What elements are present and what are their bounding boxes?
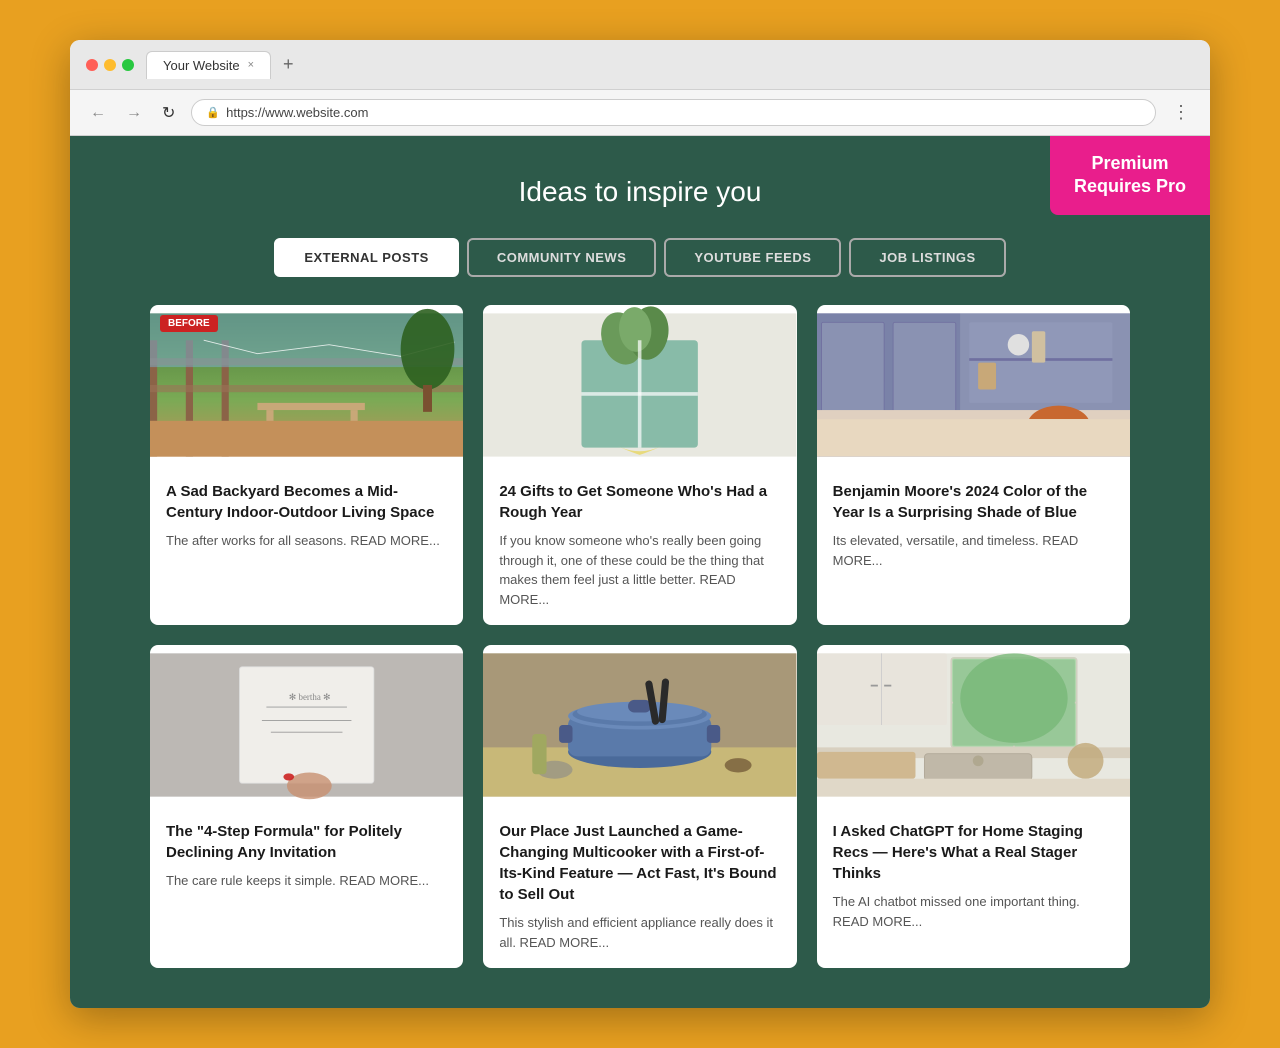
article-title: Benjamin Moore's 2024 Color of the Year … xyxy=(833,481,1114,523)
forward-button[interactable]: → xyxy=(122,100,146,126)
article-image: BEFORE xyxy=(150,305,463,465)
maximize-button[interactable] xyxy=(122,59,134,71)
new-tab-button[interactable]: + xyxy=(275,50,302,79)
article-body: 24 Gifts to Get Someone Who's Had a Roug… xyxy=(483,465,796,625)
before-badge: BEFORE xyxy=(160,315,218,332)
article-body: Benjamin Moore's 2024 Color of the Year … xyxy=(817,465,1130,586)
page-content: Premium Requires Pro Ideas to inspire yo… xyxy=(70,136,1210,1008)
refresh-button[interactable]: ↻ xyxy=(158,99,179,127)
url-text: https://www.website.com xyxy=(226,105,368,120)
tab-title: Your Website xyxy=(163,58,240,73)
article-excerpt: If you know someone who's really been go… xyxy=(499,531,780,609)
article-title: 24 Gifts to Get Someone Who's Had a Roug… xyxy=(499,481,780,523)
premium-line1: Premium xyxy=(1074,152,1186,175)
tab-job-listings[interactable]: JOB LISTINGS xyxy=(849,238,1005,277)
article-image xyxy=(483,645,796,805)
svg-text:✻ bertha ✻: ✻ bertha ✻ xyxy=(289,692,331,702)
article-image xyxy=(817,305,1130,465)
article-card[interactable]: BEFORE A Sad Backyard Becomes a Mid-Cent… xyxy=(150,305,463,625)
browser-menu-icon[interactable]: ⋮ xyxy=(1168,98,1194,127)
browser-titlebar: Your Website × + xyxy=(70,40,1210,90)
article-image: ✻ bertha ✻ xyxy=(150,645,463,805)
article-image xyxy=(483,305,796,465)
tab-bar: Your Website × + xyxy=(146,50,1194,79)
article-title: A Sad Backyard Becomes a Mid-Century Ind… xyxy=(166,481,447,523)
article-excerpt: The AI chatbot missed one important thin… xyxy=(833,892,1114,931)
close-button[interactable] xyxy=(86,59,98,71)
article-card[interactable]: I Asked ChatGPT for Home Staging Recs — … xyxy=(817,645,1130,968)
tab-youtube-feeds[interactable]: YOUTUBE FEEDS xyxy=(664,238,841,277)
article-card[interactable]: 24 Gifts to Get Someone Who's Had a Roug… xyxy=(483,305,796,625)
article-card[interactable]: ✻ bertha ✻ The "4-Step Formula" for Poli… xyxy=(150,645,463,968)
article-body: A Sad Backyard Becomes a Mid-Century Ind… xyxy=(150,465,463,567)
tab-external-posts[interactable]: EXTERNAL POSTS xyxy=(274,238,459,277)
article-body: The "4-Step Formula" for Politely Declin… xyxy=(150,805,463,907)
article-title: Our Place Just Launched a Game-Changing … xyxy=(499,821,780,905)
article-image xyxy=(817,645,1130,805)
article-body: Our Place Just Launched a Game-Changing … xyxy=(483,805,796,968)
minimize-button[interactable] xyxy=(104,59,116,71)
page-title: Ideas to inspire you xyxy=(150,176,1130,208)
article-card[interactable]: Benjamin Moore's 2024 Color of the Year … xyxy=(817,305,1130,625)
article-excerpt: The care rule keeps it simple. READ MORE… xyxy=(166,871,447,891)
tab-community-news[interactable]: COMMUNITY NEWS xyxy=(467,238,657,277)
address-bar[interactable]: 🔒 https://www.website.com xyxy=(191,99,1156,126)
article-title: I Asked ChatGPT for Home Staging Recs — … xyxy=(833,821,1114,884)
article-card[interactable]: Our Place Just Launched a Game-Changing … xyxy=(483,645,796,968)
browser-toolbar: ← → ↻ 🔒 https://www.website.com ⋮ xyxy=(70,90,1210,136)
premium-line2: Requires Pro xyxy=(1074,175,1186,198)
premium-badge[interactable]: Premium Requires Pro xyxy=(1050,136,1210,215)
tab-close-icon[interactable]: × xyxy=(248,59,254,71)
article-excerpt: Its elevated, versatile, and timeless. R… xyxy=(833,531,1114,570)
back-button[interactable]: ← xyxy=(86,100,110,126)
article-excerpt: The after works for all seasons. READ MO… xyxy=(166,531,447,551)
traffic-lights xyxy=(86,59,134,71)
lock-icon: 🔒 xyxy=(206,106,220,119)
content-tabs: EXTERNAL POSTS COMMUNITY NEWS YOUTUBE FE… xyxy=(150,238,1130,277)
article-title: The "4-Step Formula" for Politely Declin… xyxy=(166,821,447,863)
browser-tab[interactable]: Your Website × xyxy=(146,51,271,79)
articles-grid: BEFORE A Sad Backyard Becomes a Mid-Cent… xyxy=(150,305,1130,968)
article-body: I Asked ChatGPT for Home Staging Recs — … xyxy=(817,805,1130,947)
browser-window: Your Website × + ← → ↻ 🔒 https://www.web… xyxy=(70,40,1210,1008)
article-excerpt: This stylish and efficient appliance rea… xyxy=(499,913,780,952)
